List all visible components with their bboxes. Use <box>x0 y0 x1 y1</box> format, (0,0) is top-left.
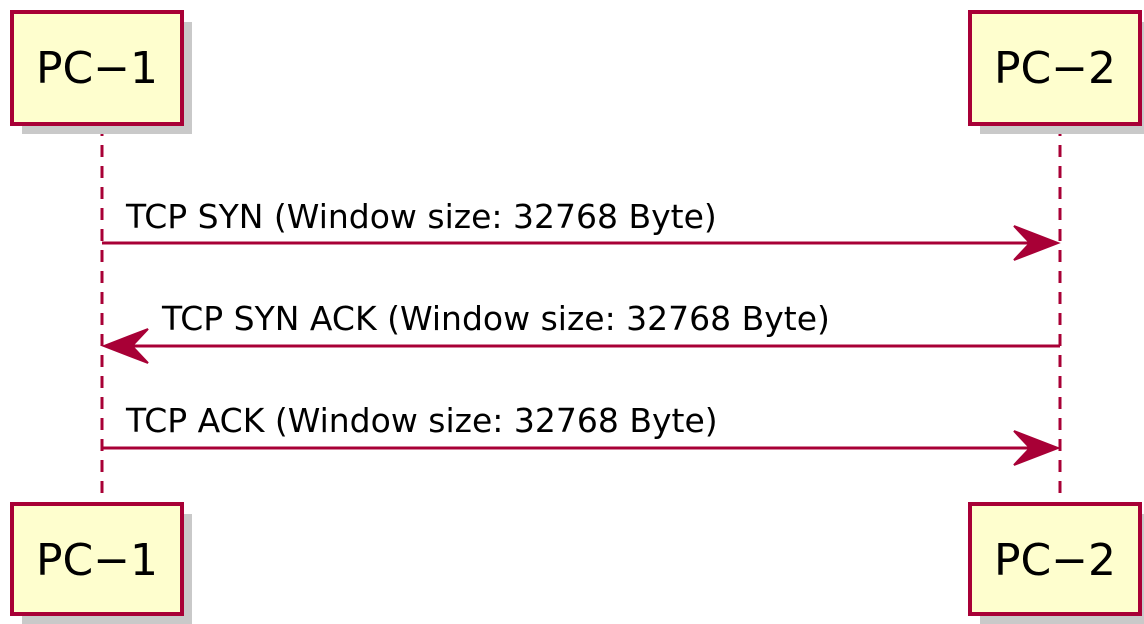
message-syn-ack: TCP SYN ACK (Window size: 32768 Byte) <box>101 299 1060 364</box>
participant-label: PC−1 <box>36 43 158 94</box>
message-label: TCP SYN (Window size: 32768 Byte) <box>125 197 717 236</box>
participant-label: PC−2 <box>994 43 1116 94</box>
sequence-diagram: PC−1 PC−2 TCP SYN (Window size: 32768 By… <box>10 10 1144 624</box>
message-ack: TCP ACK (Window size: 32768 Byte) <box>102 401 1061 466</box>
participant-label: PC−1 <box>36 535 158 586</box>
message-label: TCP ACK (Window size: 32768 Byte) <box>125 401 718 440</box>
participant-top-pc-2: PC−2 <box>968 10 1144 134</box>
participant-bottom-pc-2: PC−2 <box>968 502 1144 624</box>
participant-label: PC−2 <box>994 535 1116 586</box>
message-syn: TCP SYN (Window size: 32768 Byte) <box>102 197 1061 261</box>
message-label: TCP SYN ACK (Window size: 32768 Byte) <box>161 299 830 338</box>
participant-top-pc-1: PC−1 <box>10 10 192 134</box>
participant-bottom-pc-1: PC−1 <box>10 502 192 624</box>
